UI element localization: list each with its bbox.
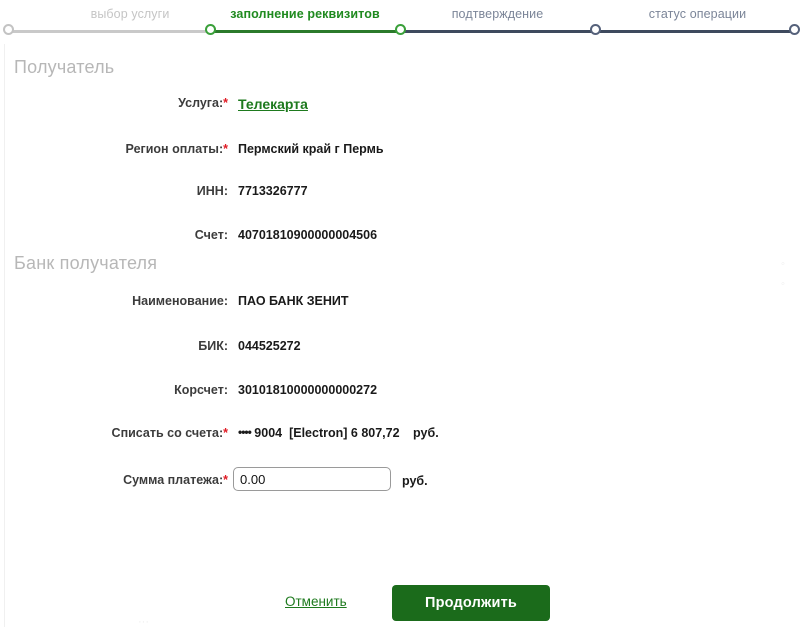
value-service-link[interactable]: Телекарта	[238, 96, 308, 112]
scan-artifact-right: ◦	[781, 258, 785, 270]
label-debit-from-text: Списать со счета:	[111, 426, 224, 440]
value-bank-name: ПАО БАНК ЗЕНИТ	[238, 294, 349, 308]
form-row-region: Регион оплаты:* Пермский край г Пермь	[0, 142, 800, 164]
label-region-text: Регион оплаты:	[125, 142, 224, 156]
section-title-recipient: Получатель	[14, 57, 115, 77]
progress-stepper: выбор услуги заполнение реквизитов подтв…	[0, 0, 800, 44]
label-service: Услуга:*	[0, 96, 228, 110]
value-corr-account: 30101810000000000272	[238, 383, 378, 397]
page-left-border	[4, 44, 5, 627]
form-row-inn: ИНН: 7713326777	[0, 184, 800, 206]
required-marker: *	[223, 426, 228, 440]
stepper-segment-done	[8, 30, 210, 33]
card-balance: 6 807,72	[350, 426, 400, 440]
stepper-label-service-choice[interactable]: выбор услуги	[40, 7, 220, 21]
amount-input[interactable]	[233, 467, 391, 491]
stepper-node-4[interactable]	[590, 24, 601, 35]
stepper-label-fill-details[interactable]: заполнение реквизитов	[215, 7, 395, 21]
form-row-corr-account: Корсчет: 30101810000000000272	[0, 383, 800, 405]
label-amount: Сумма платежа:*	[0, 473, 228, 487]
stepper-label-operation-status[interactable]: статус операции	[605, 7, 790, 21]
card-type: [Electron]	[289, 426, 348, 440]
form-row-debit-from: Списать со счета:* •••• 9004 [Electron] …	[0, 425, 800, 448]
cancel-link[interactable]: Отменить	[285, 594, 347, 609]
required-marker: *	[223, 96, 228, 110]
form-row-bik: БИК: 044525272	[0, 339, 800, 361]
stepper-node-2[interactable]	[205, 24, 216, 35]
form-row-amount: Сумма платежа:* руб.	[0, 467, 800, 495]
label-bik: БИК:	[198, 339, 228, 353]
value-debit-from-card[interactable]: •••• 9004 [Electron] 6 807,72 руб.	[238, 425, 439, 440]
stepper-node-5[interactable]	[789, 24, 800, 35]
value-inn: 7713326777	[238, 184, 308, 198]
form-row-account: Счет: 40701810900000004506	[0, 228, 800, 250]
card-mask-dots: ••••	[238, 425, 252, 439]
amount-currency-label: руб.	[402, 474, 428, 488]
required-marker: *	[223, 142, 228, 156]
value-account: 40701810900000004506	[238, 228, 378, 242]
label-bank-name: Наименование:	[132, 294, 228, 308]
card-balance-currency: руб.	[413, 426, 439, 440]
required-marker: *	[223, 473, 228, 487]
stepper-segment-active	[210, 30, 400, 33]
label-corr-account: Корсчет:	[174, 383, 228, 397]
scan-artifact-bottom: ···	[138, 616, 149, 628]
label-region: Регион оплаты:*	[0, 142, 228, 156]
value-region: Пермский край г Пермь	[238, 142, 384, 156]
value-bik: 044525272	[238, 339, 301, 353]
stepper-label-confirmation[interactable]: подтверждение	[405, 7, 590, 21]
label-account: Счет:	[194, 228, 228, 242]
label-service-text: Услуга:	[178, 96, 224, 110]
label-amount-text: Сумма платежа:	[123, 473, 224, 487]
continue-button[interactable]: Продолжить	[392, 585, 550, 621]
form-row-bank-name: Наименование: ПАО БАНК ЗЕНИТ	[0, 294, 800, 316]
section-title-bank: Банк получателя	[14, 253, 158, 273]
scan-artifact-right-2: ◦	[781, 278, 785, 290]
stepper-node-3[interactable]	[395, 24, 406, 35]
card-last4: 9004	[254, 426, 283, 440]
label-inn: ИНН:	[196, 184, 228, 198]
label-debit-from: Списать со счета:*	[0, 426, 228, 440]
stepper-node-1[interactable]	[3, 24, 14, 35]
form-row-service: Услуга:* Телекарта	[0, 96, 800, 118]
